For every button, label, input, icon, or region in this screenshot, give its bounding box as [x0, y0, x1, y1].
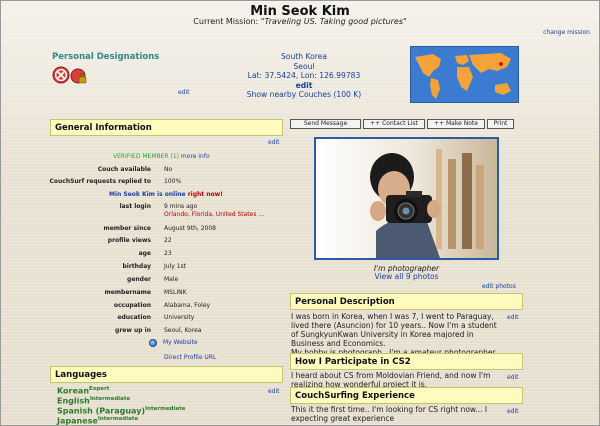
- member-since-row: member since August 9th, 2008: [50, 224, 283, 234]
- languages-header: Languages: [50, 366, 283, 383]
- direct-profile-url-link[interactable]: Direct Profile URL: [164, 354, 216, 361]
- age-label: age: [138, 250, 151, 257]
- membername-row: membername MSLINK: [50, 288, 283, 298]
- membername-value: MSLINK: [164, 289, 187, 296]
- language-item: EnglishIntermediate: [57, 396, 130, 406]
- location-city: Seoul: [293, 61, 315, 71]
- mission-label: Current Mission:: [193, 17, 259, 26]
- edit-location-link[interactable]: edit: [296, 81, 313, 90]
- grew-up-label: grew up in: [115, 327, 151, 334]
- couch-available-value: No: [164, 166, 173, 173]
- cs-experience-text: This it the first time.. I'm looking for…: [291, 405, 488, 423]
- age-row: age 23: [50, 249, 283, 259]
- edit-participate-link[interactable]: edit: [507, 374, 519, 381]
- grew-up-value: Seoul, Korea: [164, 327, 202, 334]
- requests-row: CouchSurf requests replied to 100%: [49, 177, 283, 187]
- language-name: Korean: [57, 386, 90, 396]
- globe-icon: [149, 339, 157, 347]
- language-item: KoreanExpert: [57, 386, 109, 396]
- requests-label[interactable]: CouchSurf requests replied to: [49, 177, 151, 187]
- language-name: Spanish (Paraguay): [57, 406, 146, 416]
- age-value: 23: [164, 250, 172, 257]
- profile-views-row: profile views 22: [50, 236, 283, 246]
- education-label: education: [117, 314, 151, 321]
- send-message-button[interactable]: Send Message: [290, 119, 361, 129]
- occupation-value: Alabama, Foley: [164, 302, 211, 309]
- online-status: Min Seok Kim is online right now!: [109, 191, 223, 198]
- online-name: Min Seok Kim is online: [109, 191, 186, 198]
- gender-value: Male: [164, 276, 179, 283]
- language-level: Intermediate: [145, 406, 186, 412]
- how-i-participate-header: How I Participate in CS2: [290, 353, 523, 370]
- occupation-label: occupation: [113, 302, 151, 309]
- couch-available-row: Couch available No: [50, 165, 283, 175]
- birthday-value: July 1st: [164, 263, 186, 270]
- view-all-photos-link[interactable]: View all 9 photos: [314, 272, 499, 281]
- profile-action-bar: Send Message ++ Contact List ++ Make Not…: [290, 119, 516, 129]
- change-mission-link[interactable]: change mission: [543, 29, 590, 36]
- locked-badge-icon: [70, 68, 87, 84]
- nearby-couches-link[interactable]: Show nearby Couches (100 K): [247, 90, 362, 99]
- education-row: education University: [50, 313, 283, 323]
- personal-description-text: I was born in Korea, when I was 7, I wen…: [291, 312, 497, 357]
- member-since-value: August 9th, 2008: [164, 225, 216, 232]
- print-button[interactable]: Print: [487, 119, 514, 129]
- gender-row: gender Male: [50, 275, 283, 285]
- personal-designations-title: Personal Designations: [52, 52, 160, 62]
- language-item: JapaneseIntermediate: [57, 416, 138, 426]
- membername-label: membername: [104, 289, 151, 296]
- world-map[interactable]: [410, 46, 519, 103]
- no-couch-badge-icon: [52, 66, 70, 84]
- language-name: Japanese: [57, 416, 98, 426]
- birthday-label: birthday: [122, 263, 151, 270]
- edit-general-link[interactable]: edit: [268, 139, 280, 146]
- language-level: Intermediate: [89, 396, 131, 402]
- language-level: Expert: [89, 386, 110, 392]
- edit-experience-link[interactable]: edit: [507, 408, 519, 415]
- mission-text: "Traveling US. Taking good pictures": [260, 17, 407, 26]
- edit-designations-link[interactable]: edit: [178, 89, 190, 96]
- gender-label: gender: [127, 276, 151, 283]
- requests-value: 100%: [164, 178, 182, 185]
- more-info-link[interactable]: more info: [181, 153, 210, 160]
- profile-views-label: profile views: [107, 237, 151, 244]
- couch-available-label: Couch available: [97, 166, 151, 173]
- my-website-link[interactable]: My Website: [163, 339, 198, 346]
- online-now: right now!: [187, 191, 223, 198]
- birthday-row: birthday July 1st: [50, 262, 283, 272]
- current-mission: Current Mission: "Traveling US. Taking g…: [0, 17, 600, 26]
- cs-experience-header: CouchSurfing Experience: [290, 387, 523, 404]
- location-country: South Korea: [280, 52, 327, 61]
- general-information-header: General Information: [50, 119, 283, 136]
- add-contact-list-button[interactable]: ++ Contact List: [363, 119, 425, 129]
- language-item: Spanish (Paraguay)Intermediate: [57, 406, 185, 416]
- edit-languages-link[interactable]: edit: [268, 388, 280, 395]
- grew-up-row: grew up in Seoul, Korea: [50, 326, 283, 336]
- edit-photos-link[interactable]: edit photos: [482, 283, 516, 290]
- location-block: South Korea Seoul Lat: 37.5424, Lon: 126…: [214, 52, 394, 100]
- edit-personal-description-link[interactable]: edit: [507, 314, 519, 321]
- make-note-button[interactable]: ++ Make Note: [427, 119, 485, 129]
- occupation-row: occupation Alabama, Foley: [50, 301, 283, 311]
- language-level: Intermediate: [97, 416, 139, 422]
- member-since-label: member since: [103, 225, 151, 232]
- profile-views-value: 22: [164, 237, 172, 244]
- location-coords: Lat: 37.5424, Lon: 126.99783: [247, 71, 361, 81]
- profile-photo[interactable]: [314, 137, 499, 260]
- last-login-label[interactable]: last login: [120, 202, 151, 212]
- education-value: University: [164, 314, 195, 321]
- personal-description-header: Personal Description: [290, 293, 523, 310]
- last-login-location: Orlando, Florida, United States ...: [164, 211, 265, 218]
- language-name: English: [57, 396, 90, 406]
- verified-member: VERIFIED MEMBER (1) more info: [113, 153, 210, 160]
- verified-label: VERIFIED MEMBER (1): [113, 153, 179, 160]
